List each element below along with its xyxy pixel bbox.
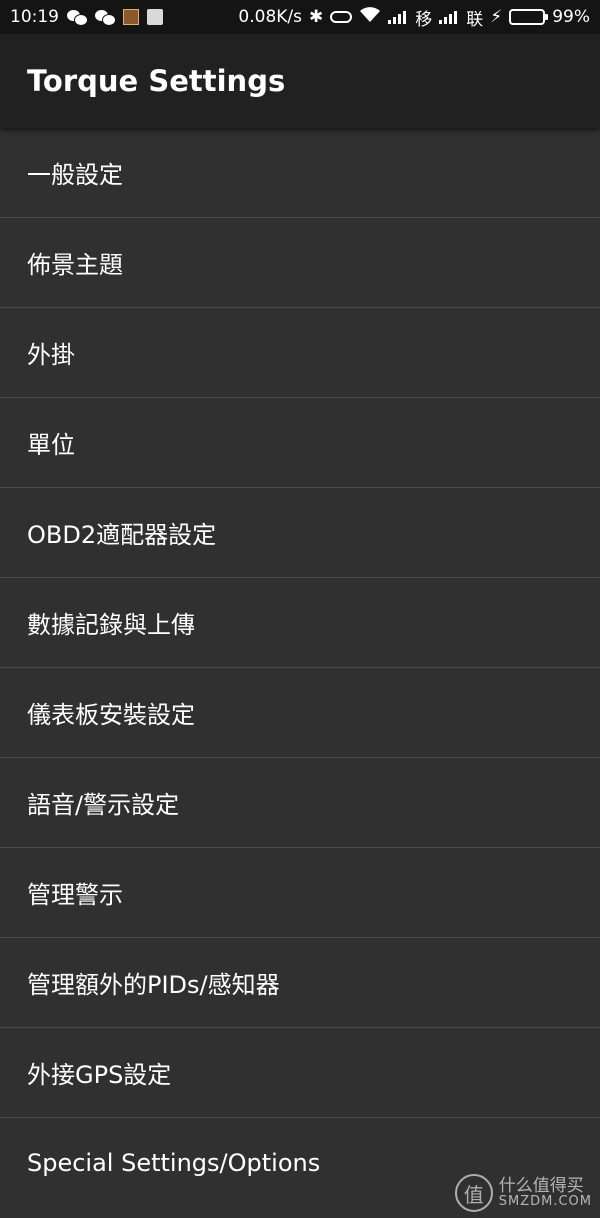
settings-item-label: 數據記錄與上傳 [27, 611, 195, 639]
network-speed: 0.08K/s [238, 7, 303, 27]
carrier-label-2: 联 [466, 9, 484, 30]
wifi-icon [359, 6, 381, 28]
app-notification-icon [123, 9, 139, 25]
settings-item-manage-alerts[interactable]: 管理警示 [0, 848, 600, 938]
watermark: 值 什么值得买 SMZDM.COM [454, 1174, 592, 1212]
settings-item-plugins[interactable]: 外掛 [0, 308, 600, 398]
battery-percent: 99% [552, 7, 590, 27]
settings-item-label: 外接GPS設定 [27, 1061, 172, 1089]
status-bar: 10:19 0.08K/s ✱ 移 联 ⚡ 99% [0, 0, 600, 34]
signal-strength-icon-2 [439, 10, 459, 24]
status-time: 10:19 [10, 7, 59, 27]
wechat-notification-icon [67, 9, 88, 26]
battery-icon [509, 9, 549, 25]
settings-item-general[interactable]: 一般設定 [0, 128, 600, 218]
settings-item-voice-alerts[interactable]: 語音/警示設定 [0, 758, 600, 848]
settings-item-label: 一般設定 [27, 161, 123, 189]
watermark-text-en: SMZDM.COM [498, 1194, 592, 1210]
watermark-text-cn: 什么值得买 [498, 1175, 584, 1196]
status-bar-right: 0.08K/s ✱ 移 联 ⚡ 99% [238, 5, 590, 30]
settings-item-label: 管理警示 [27, 881, 123, 909]
settings-item-theme[interactable]: 佈景主題 [0, 218, 600, 308]
settings-item-label: 外掛 [27, 341, 75, 369]
app-bar: Torque Settings [0, 34, 600, 128]
status-bar-left: 10:19 [10, 7, 163, 27]
hd-voice-icon [330, 11, 353, 23]
settings-item-label: 語音/警示設定 [27, 791, 180, 819]
settings-item-dashboard[interactable]: 儀表板安裝設定 [0, 668, 600, 758]
settings-item-extra-pids[interactable]: 管理額外的PIDs/感知器 [0, 938, 600, 1028]
charging-icon: ⚡ [490, 7, 503, 27]
settings-item-data-logging[interactable]: 數據記錄與上傳 [0, 578, 600, 668]
settings-item-label: 儀表板安裝設定 [27, 701, 195, 729]
settings-list: 一般設定 佈景主題 外掛 單位 OBD2適配器設定 數據記錄與上傳 儀表板安裝設… [0, 128, 600, 1208]
settings-item-label: 佈景主題 [27, 251, 123, 279]
wechat-notification-icon-2 [95, 9, 116, 26]
settings-item-label: 管理額外的PIDs/感知器 [27, 971, 280, 999]
page-title: Torque Settings [27, 64, 286, 98]
calculator-notification-icon [147, 9, 163, 25]
settings-item-obd2-adapter[interactable]: OBD2適配器設定 [0, 488, 600, 578]
settings-item-units[interactable]: 單位 [0, 398, 600, 488]
settings-item-external-gps[interactable]: 外接GPS設定 [0, 1028, 600, 1118]
signal-strength-icon [388, 10, 408, 24]
bluetooth-icon: ✱ [309, 7, 324, 27]
settings-item-label: 單位 [27, 431, 75, 459]
watermark-logo-icon: 值 [454, 1174, 493, 1212]
carrier-label-1: 移 [415, 9, 433, 30]
settings-item-label: Special Settings/Options [27, 1149, 321, 1177]
watermark-text: 什么值得买 SMZDM.COM [498, 1175, 592, 1210]
settings-item-label: OBD2適配器設定 [27, 521, 217, 549]
